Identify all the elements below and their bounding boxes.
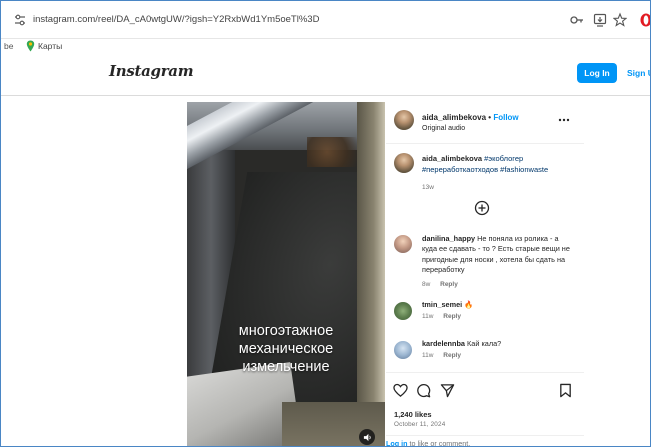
install-icon[interactable]: [593, 12, 607, 28]
bookmarks-bar: be Карты: [1, 39, 650, 56]
video-caption-line: многоэтажное: [238, 323, 334, 339]
speaker-icon: [363, 433, 371, 441]
instagram-header: Instagram Log In Sign Up: [1, 56, 650, 96]
original-audio-link[interactable]: Original audio: [422, 125, 465, 132]
author-line: aida_alimbekova • Follow: [422, 113, 519, 122]
caption-time: 13w: [422, 184, 434, 191]
main-content: многоэтажное механическое измельчение ai…: [1, 97, 650, 447]
video-caption-line: измельчение: [242, 359, 330, 375]
post-author-header: aida_alimbekova • Follow Original audio: [386, 102, 584, 144]
comment-meta: 11w Reply: [422, 313, 469, 320]
login-button[interactable]: Log In: [577, 63, 617, 83]
login-prompt-link[interactable]: Log in: [386, 439, 408, 446]
comment-text: kardelennba Кай кала?: [422, 339, 572, 349]
comment-text: tmin_semei 🔥: [422, 300, 572, 310]
login-prompt: Log in to like or comment.: [386, 435, 584, 447]
comment-meta: 8w Reply: [422, 281, 466, 288]
url-text[interactable]: instagram.com/reel/DA_cA0wtgUW/?igsh=Y2R…: [33, 14, 319, 25]
reply-button[interactable]: Reply: [440, 281, 458, 288]
comment-time: 8w: [422, 281, 431, 288]
reply-button[interactable]: Reply: [443, 313, 461, 320]
load-more-comments-icon[interactable]: [474, 200, 490, 216]
video-caption-line: механическое: [238, 341, 334, 357]
post-panel: aida_alimbekova • Follow Original audio …: [386, 102, 584, 447]
video-frame-right: [357, 102, 385, 446]
star-icon[interactable]: [613, 12, 627, 28]
key-icon[interactable]: [569, 12, 585, 28]
comment-icon[interactable]: [416, 383, 431, 398]
map-pin-icon: [26, 40, 35, 52]
opera-icon[interactable]: [639, 12, 651, 28]
comment-body: Кай кала?: [467, 339, 502, 348]
separator-dot: •: [488, 113, 492, 122]
comment-username[interactable]: danilina_happy: [422, 234, 475, 243]
comment-avatar[interactable]: [394, 341, 412, 359]
comment-meta: 11w Reply: [422, 352, 469, 359]
address-bar[interactable]: instagram.com/reel/DA_cA0wtgUW/?igsh=Y2R…: [1, 1, 651, 39]
caption-text: aida_alimbekova #экоблогер #переработкао…: [422, 154, 572, 175]
bookmark-maps[interactable]: Карты: [38, 41, 62, 51]
reply-button[interactable]: Reply: [443, 352, 461, 359]
more-options-icon[interactable]: [557, 117, 571, 123]
mute-button[interactable]: [359, 429, 375, 445]
comment-avatar[interactable]: [394, 235, 412, 253]
reel-video[interactable]: многоэтажное механическое измельчение: [187, 102, 385, 446]
comment-text: danilina_happy Не поняла из ролика - а к…: [422, 234, 572, 275]
instagram-logo[interactable]: Instagram: [109, 62, 194, 80]
share-icon[interactable]: [440, 383, 455, 398]
comment-time: 11w: [422, 352, 434, 359]
author-username[interactable]: aida_alimbekova: [422, 113, 486, 122]
caption-avatar[interactable]: [394, 153, 414, 173]
tune-icon[interactable]: [13, 13, 27, 27]
login-prompt-text: to like or comment.: [407, 439, 471, 447]
likes-count[interactable]: 1,240 likes: [394, 410, 432, 419]
bookmark-icon[interactable]: [558, 383, 573, 398]
bookmark-partial[interactable]: be: [4, 41, 13, 51]
heart-icon[interactable]: [393, 383, 408, 398]
video-caption: многоэтажное механическое измельчение: [187, 322, 385, 376]
post-actions: 1,240 likes October 11, 2024 Log in to l…: [386, 372, 584, 447]
video-debris: [307, 137, 357, 167]
comment-body: 🔥: [464, 300, 474, 309]
comment-username[interactable]: kardelennba: [422, 339, 465, 348]
browser-window: instagram.com/reel/DA_cA0wtgUW/?igsh=Y2R…: [0, 0, 651, 447]
caption-username[interactable]: aida_alimbekova: [422, 154, 482, 163]
comment-avatar[interactable]: [394, 302, 412, 320]
comment-time: 11w: [422, 313, 434, 320]
post-date: October 11, 2024: [394, 421, 446, 428]
comment-username[interactable]: tmin_semei: [422, 300, 462, 309]
signup-link[interactable]: Sign Up: [627, 68, 650, 78]
author-avatar[interactable]: [394, 110, 414, 130]
follow-button[interactable]: Follow: [493, 113, 518, 122]
